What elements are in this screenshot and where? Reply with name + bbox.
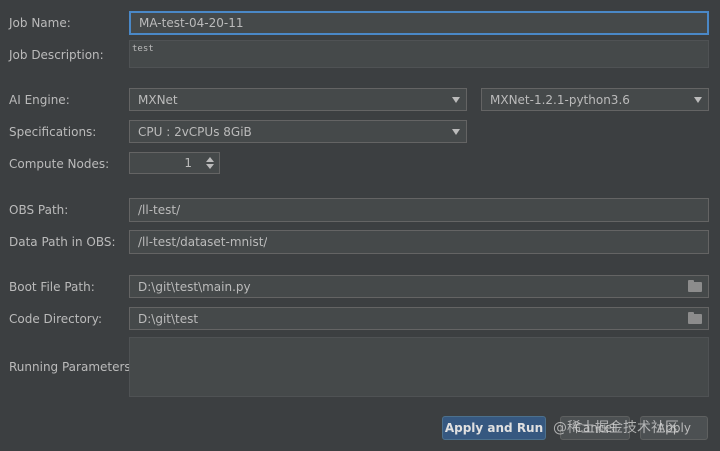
data-path-input[interactable]: /ll-test/dataset-mnist/ [129, 230, 709, 254]
data-path-label: Data Path in OBS: [9, 235, 116, 249]
chevron-down-icon [452, 128, 460, 135]
spinner-down-icon[interactable] [206, 164, 214, 169]
compute-nodes-value: 1 [184, 156, 192, 170]
obs-path-value: /ll-test/ [138, 203, 181, 217]
folder-icon[interactable] [688, 312, 702, 324]
chevron-down-icon [452, 96, 460, 103]
ai-engine-label: AI Engine: [9, 93, 70, 107]
data-path-value: /ll-test/dataset-mnist/ [138, 235, 268, 249]
job-description-label: Job Description: [9, 48, 104, 62]
obs-path-label: OBS Path: [9, 203, 69, 217]
job-description-value: test [132, 44, 154, 54]
boot-file-input[interactable]: D:\git\test\main.py [129, 275, 709, 298]
engine-version-select[interactable]: MXNet-1.2.1-python3.6 [481, 88, 709, 111]
running-parameters-textarea[interactable] [129, 337, 709, 397]
compute-nodes-input[interactable]: 1 [129, 152, 201, 174]
boot-file-label: Boot File Path: [9, 280, 95, 294]
code-directory-value: D:\git\test [138, 311, 199, 326]
specifications-value: CPU : 2vCPUs 8GiB [138, 124, 252, 139]
specifications-select[interactable]: CPU : 2vCPUs 8GiB [129, 120, 467, 143]
compute-nodes-label: Compute Nodes: [9, 157, 110, 171]
job-name-label: Job Name: [9, 16, 71, 30]
ai-engine-select[interactable]: MXNet [129, 88, 467, 111]
engine-version-value: MXNet-1.2.1-python3.6 [490, 92, 630, 107]
obs-path-input[interactable]: /ll-test/ [129, 198, 709, 222]
folder-icon[interactable] [688, 280, 702, 292]
ai-engine-value: MXNet [138, 92, 178, 107]
specifications-label: Specifications: [9, 125, 97, 139]
job-name-input[interactable]: MA-test-04-20-11 [129, 11, 709, 35]
spinner-up-icon[interactable] [206, 157, 214, 162]
job-name-value: MA-test-04-20-11 [139, 16, 244, 30]
apply-and-run-button[interactable]: Apply and Run [442, 416, 546, 440]
spinner-arrows-icon[interactable] [200, 152, 220, 174]
chevron-down-icon [694, 96, 702, 103]
job-description-textarea[interactable]: test [129, 40, 709, 68]
code-directory-label: Code Directory: [9, 312, 103, 326]
watermark-text: @稀土掘金技术社区 [553, 420, 679, 436]
code-directory-input[interactable]: D:\git\test [129, 307, 709, 330]
boot-file-value: D:\git\test\main.py [138, 279, 251, 294]
running-parameters-label: Running Parameters: [9, 360, 135, 374]
